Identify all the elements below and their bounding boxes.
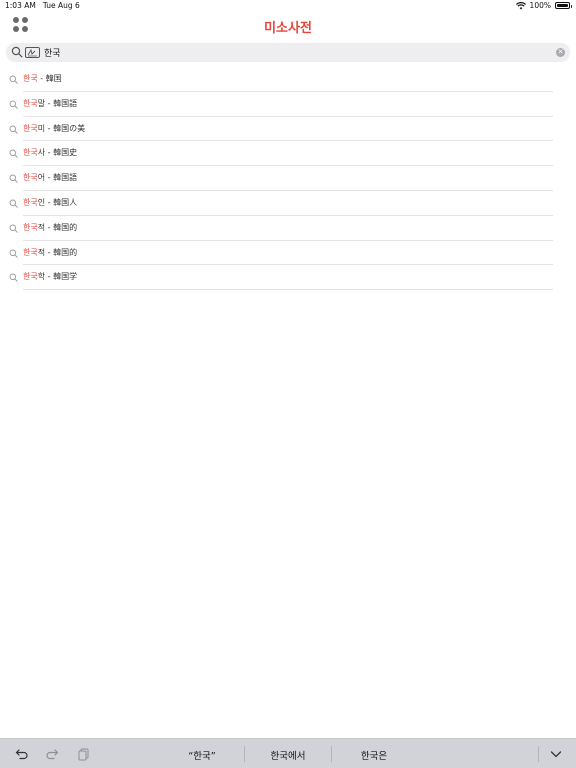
search-icon [9, 249, 18, 258]
status-right: 100% [515, 1, 572, 10]
suggestion-divider [538, 746, 539, 762]
list-item-translation: 韓国語 [53, 98, 78, 108]
paste-icon[interactable] [77, 747, 91, 761]
list-item-suffix: 인 [37, 197, 46, 207]
list-item-match: 한국 [23, 98, 38, 108]
search-icon [9, 199, 18, 208]
search-bar: ✕ [6, 43, 570, 62]
suggestion-1[interactable]: “한국” [170, 748, 234, 762]
list-item-text: 한국사 - 韓国史 [23, 147, 77, 158]
list-item-separator: - [45, 123, 54, 133]
list-item[interactable]: 한국적 - 韓国的 [0, 241, 576, 266]
search-input[interactable] [44, 45, 544, 60]
list-item-separator: - [45, 98, 54, 108]
results-list: 한국 - 韓国 한국말 - 韓国語 한국미 - 韓国の美 한국사 - 韓国史 한국어 -… [0, 67, 576, 291]
search-icon [11, 46, 23, 58]
list-item-suffix: 어 [37, 173, 46, 183]
list-item-suffix: 적 [37, 222, 46, 232]
list-item-separator: - [45, 222, 54, 232]
status-bar: 1:03 AM Tue Aug 6 100% [0, 0, 576, 12]
status-left: 1:03 AM Tue Aug 6 [5, 1, 80, 10]
list-item-translation: 韓国的 [53, 247, 78, 257]
list-item-translation: 韓国学 [53, 272, 78, 282]
list-item-separator: - [45, 173, 54, 183]
search-icon [9, 100, 18, 109]
list-item-text: 한국적 - 韓国的 [23, 222, 77, 233]
app-title: 미소사전 [264, 21, 312, 36]
list-item[interactable]: 한국인 - 韓国人 [0, 191, 576, 216]
keyboard-bar: “한국” 한국에서 한국은 [0, 738, 576, 768]
list-item-match: 한국 [23, 247, 38, 257]
list-item-translation: 韓国 [45, 74, 62, 83]
list-item[interactable]: 한국말 - 韓国語 [0, 92, 576, 117]
suggestion-3[interactable]: 한국은 [342, 748, 406, 762]
list-item[interactable]: 한국사 - 韓国史 [0, 141, 576, 167]
suggestion-2[interactable]: 한국에서 [255, 748, 321, 762]
list-item[interactable]: 한국어 - 韓国語 [0, 166, 576, 191]
nav-bar: 미소사전 [0, 12, 576, 42]
search-icon [9, 273, 18, 283]
list-item-separator: - [45, 148, 54, 158]
list-item-separator: - [45, 197, 54, 207]
list-item-separator: - [37, 74, 46, 83]
list-item-match: 한국 [23, 74, 38, 83]
list-item-text: 한국어 - 韓国語 [23, 172, 77, 183]
list-item[interactable]: 한국 - 韓国 [0, 67, 576, 92]
list-item-match: 한국 [23, 197, 38, 207]
list-item-suffix: 말 [37, 98, 46, 108]
list-item-translation: 韓国人 [53, 197, 78, 207]
suggestion-divider [331, 746, 332, 762]
list-item-text: 한국적 - 韓国的 [23, 247, 77, 258]
list-item[interactable]: 한국학 - 韓国学 [0, 265, 576, 291]
battery-fill [557, 4, 568, 7]
list-item-match: 한국 [23, 222, 38, 232]
list-item-suffix: 미 [37, 123, 46, 133]
status-time: 1:03 AM [5, 1, 36, 10]
list-item-text: 한국인 - 韓国人 [23, 197, 77, 208]
list-item-match: 한국 [23, 272, 38, 282]
wifi-icon [515, 1, 526, 9]
list-item-match: 한국 [23, 173, 38, 183]
list-item-translation: 韓国史 [53, 148, 78, 158]
redo-icon[interactable] [45, 747, 59, 761]
list-item-text: 한국학 - 韓国学 [23, 271, 77, 282]
search-icon [9, 75, 18, 84]
battery-percent: 100% [529, 1, 551, 10]
clear-icon[interactable]: ✕ [556, 48, 565, 57]
list-item-translation: 韓国的 [53, 222, 78, 232]
dismiss-keyboard-icon[interactable] [549, 747, 563, 761]
search-icon [9, 174, 18, 183]
list-item-separator: - [45, 272, 54, 282]
list-item-text: 한국 - 韓国 [23, 73, 62, 84]
list-item-translation: 韓国語 [53, 173, 78, 183]
suggestion-divider [244, 746, 245, 762]
list-item-translation: 韓国の美 [53, 123, 86, 133]
divider [23, 289, 553, 291]
list-item-suffix: 적 [37, 247, 46, 257]
handwriting-icon[interactable] [25, 47, 40, 58]
list-item-suffix: 학 [37, 272, 46, 282]
list-item-separator: - [45, 247, 54, 257]
status-date: Tue Aug 6 [42, 1, 80, 10]
search-icon [9, 224, 18, 233]
list-item-text: 한국말 - 韓国語 [23, 98, 77, 109]
list-item-text: 한국미 - 韓国の美 [23, 123, 85, 134]
list-item[interactable]: 한국미 - 韓国の美 [0, 117, 576, 142]
list-item[interactable]: 한국적 - 韓国的 [0, 216, 576, 241]
list-item-match: 한국 [23, 148, 38, 158]
search-icon [9, 149, 18, 159]
list-item-match: 한국 [23, 123, 38, 133]
battery-icon [555, 2, 572, 9]
search-icon [9, 125, 18, 134]
undo-icon[interactable] [15, 747, 29, 761]
list-item-suffix: 사 [37, 148, 46, 158]
